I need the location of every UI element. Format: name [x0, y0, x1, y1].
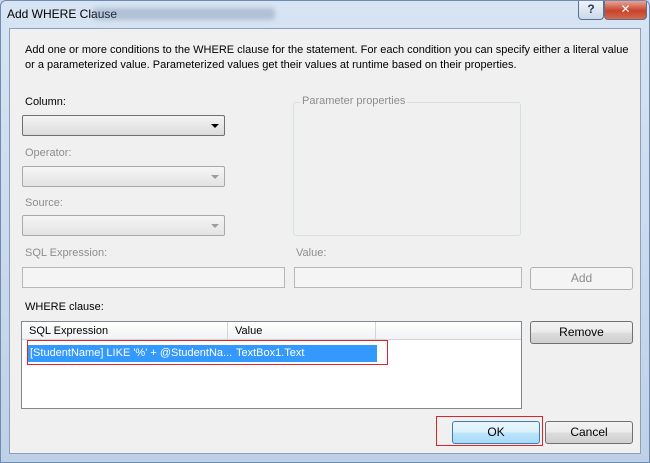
source-dropdown[interactable] [22, 215, 225, 236]
parameter-properties-group: Parameter properties [293, 95, 521, 236]
column-header-sql-expression[interactable]: SQL Expression [22, 322, 228, 340]
source-label: Source: [25, 197, 63, 209]
help-icon: ? [587, 2, 595, 16]
chevron-down-icon [211, 124, 219, 128]
add-where-clause-dialog: Add WHERE Clause ? ✕ Add one or more con… [0, 0, 650, 463]
chevron-down-icon [211, 175, 219, 179]
parameter-properties-label: Parameter properties [300, 95, 408, 107]
close-icon: ✕ [620, 2, 631, 16]
column-label: Column: [25, 96, 66, 108]
close-button[interactable]: ✕ [604, 1, 647, 20]
cancel-button[interactable]: Cancel [545, 421, 633, 444]
highlight-box-row [27, 340, 388, 365]
column-header-value[interactable]: Value [228, 322, 376, 340]
column-selected-value [23, 116, 26, 133]
title-bar[interactable]: Add WHERE Clause ? ✕ [1, 1, 649, 27]
ok-button[interactable]: OK [452, 421, 540, 444]
remove-button[interactable]: Remove [530, 321, 633, 344]
column-dropdown[interactable] [22, 115, 225, 136]
instructions-text: Add one or more conditions to the WHERE … [25, 44, 629, 71]
sql-expression-value [23, 268, 26, 285]
sql-expression-input[interactable] [22, 267, 285, 288]
value-label: Value: [296, 247, 327, 259]
value-input[interactable] [294, 267, 522, 288]
operator-dropdown[interactable] [22, 166, 225, 187]
where-clause-list[interactable]: SQL Expression Value [StudentName] LIKE … [21, 321, 522, 409]
operator-selected-value [23, 167, 26, 184]
list-header: SQL Expression Value [22, 322, 521, 340]
chevron-down-icon [211, 224, 219, 228]
add-button[interactable]: Add [530, 267, 633, 290]
help-button[interactable]: ? [578, 1, 604, 20]
dialog-body: Add one or more conditions to the WHERE … [9, 28, 641, 454]
sql-expression-label: SQL Expression: [25, 247, 108, 259]
source-selected-value [23, 216, 26, 233]
operator-label: Operator: [25, 147, 72, 159]
where-clause-label: WHERE clause: [25, 301, 104, 313]
blurred-title-text [93, 8, 275, 20]
value-value [295, 268, 298, 285]
